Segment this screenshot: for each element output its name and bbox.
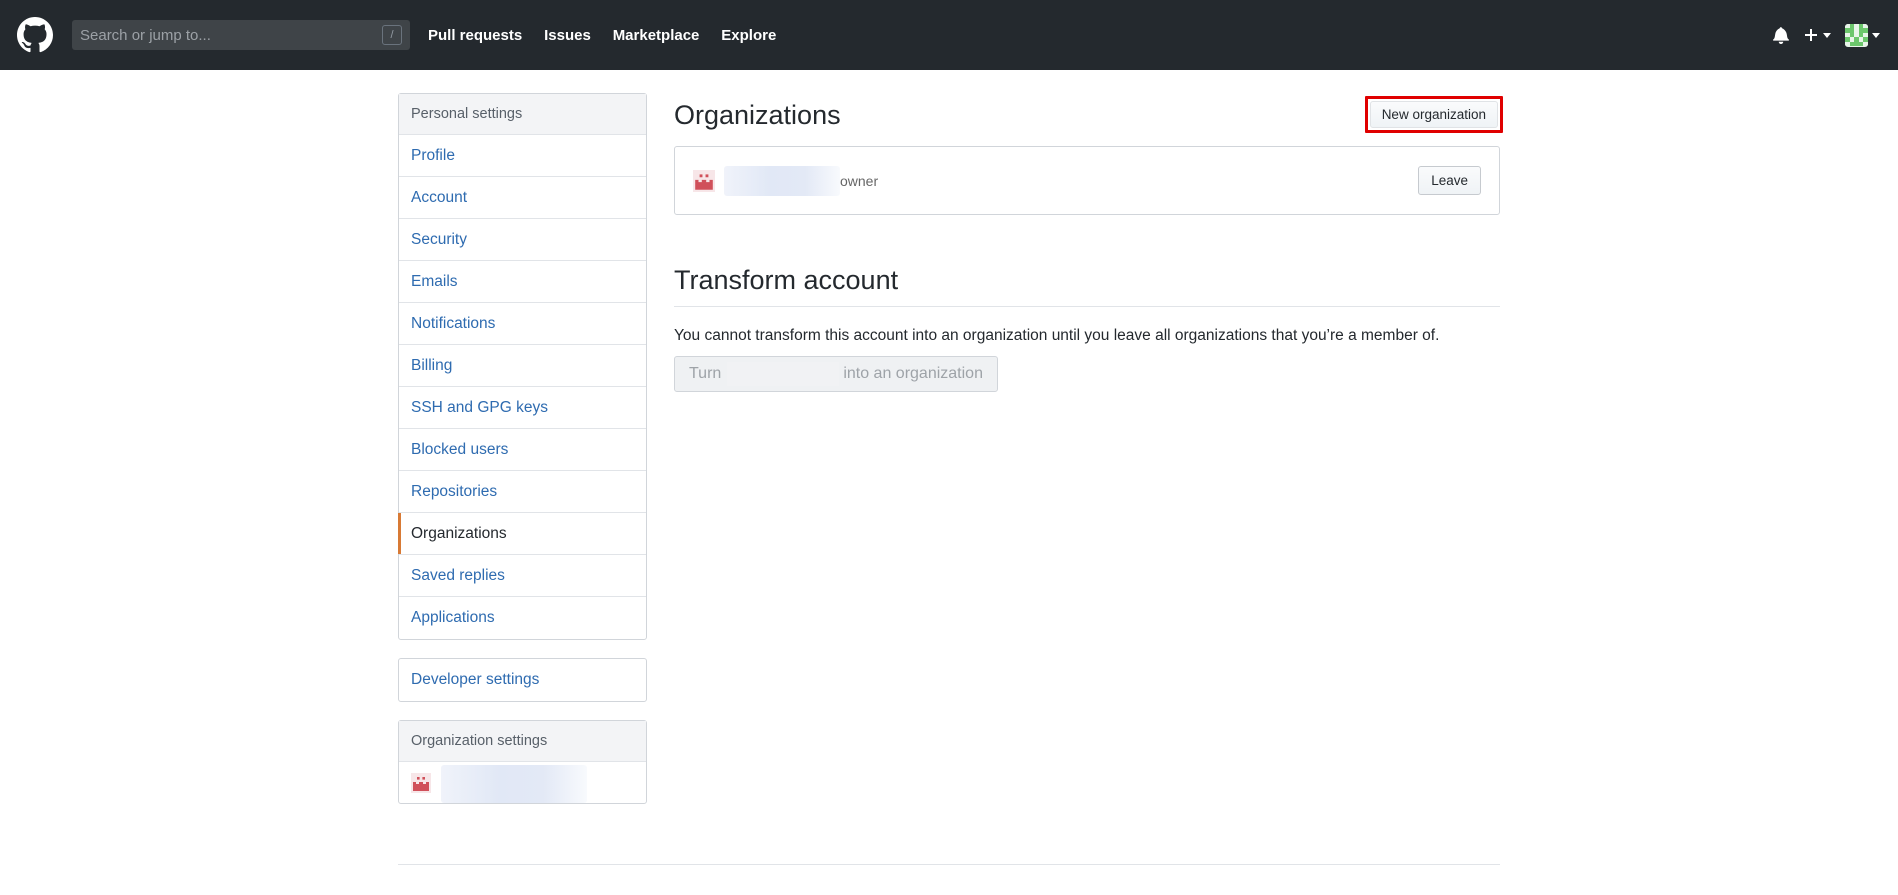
bell-icon[interactable] <box>1773 26 1789 44</box>
transform-account-title: Transform account <box>674 265 1500 307</box>
button-suffix: into an organization <box>843 365 983 382</box>
menu-heading: Personal settings <box>399 94 646 135</box>
sidebar-item-notifications[interactable]: Notifications <box>399 303 646 345</box>
organizations-header: Organizations New organization <box>674 93 1503 137</box>
sidebar-item-developer-settings[interactable]: Developer settings <box>399 659 646 701</box>
sidebar-item-security[interactable]: Security <box>399 219 646 261</box>
turn-into-organization-button[interactable]: Turn into an organization <box>674 356 998 392</box>
avatar-icon <box>1845 23 1868 47</box>
sidebar-item-organizations[interactable]: Organizations <box>398 513 646 555</box>
main-content: Organizations New organization owner Lea… <box>674 93 1503 392</box>
redacted-org-name <box>441 764 587 803</box>
search-input[interactable] <box>80 26 402 44</box>
sidebar-item-emails[interactable]: Emails <box>399 261 646 303</box>
settings-sidebar: Personal settings Profile Account Securi… <box>398 93 647 822</box>
chevron-down-icon <box>1823 32 1831 38</box>
transform-description: You cannot transform this account into a… <box>674 327 1440 344</box>
org-list-item: owner Leave <box>674 146 1500 215</box>
org-avatar-icon <box>411 772 431 793</box>
github-octocat-icon[interactable] <box>16 16 54 54</box>
search-box[interactable]: / <box>72 20 410 50</box>
org-role: owner <box>840 172 879 189</box>
developer-settings-menu: Developer settings <box>398 658 647 702</box>
redacted-org-name-link[interactable] <box>724 165 840 196</box>
top-header: / Pull requests Issues Marketplace Explo… <box>0 0 1898 70</box>
sidebar-item-applications[interactable]: Applications <box>399 597 646 639</box>
plus-icon <box>1805 29 1817 41</box>
sidebar-item-billing[interactable]: Billing <box>399 345 646 387</box>
sidebar-item-account[interactable]: Account <box>399 177 646 219</box>
organization-settings-menu: Organization settings <box>398 720 647 804</box>
chevron-down-icon <box>1872 32 1880 38</box>
leave-button[interactable]: Leave <box>1418 166 1481 195</box>
nav-marketplace[interactable]: Marketplace <box>613 27 700 44</box>
new-organization-button[interactable]: New organization <box>1369 100 1498 128</box>
button-prefix: Turn <box>689 365 722 382</box>
nav-issues[interactable]: Issues <box>544 27 591 44</box>
header-actions <box>1773 0 1880 70</box>
redacted-username <box>727 362 840 386</box>
create-new-dropdown[interactable] <box>1803 27 1831 43</box>
global-nav: Pull requests Issues Marketplace Explore <box>428 27 794 44</box>
sidebar-item-ssh-gpg-keys[interactable]: SSH and GPG keys <box>399 387 646 429</box>
sidebar-item-saved-replies[interactable]: Saved replies <box>399 555 646 597</box>
sidebar-item-profile[interactable]: Profile <box>399 135 646 177</box>
sidebar-org-item[interactable] <box>399 762 646 803</box>
menu-heading: Organization settings <box>399 721 646 762</box>
user-menu-dropdown[interactable] <box>1845 23 1880 47</box>
nav-explore[interactable]: Explore <box>721 27 776 44</box>
highlight-box: New organization <box>1364 95 1503 133</box>
sidebar-item-blocked-users[interactable]: Blocked users <box>399 429 646 471</box>
slash-shortcut-hint: / <box>382 25 402 45</box>
sidebar-item-repositories[interactable]: Repositories <box>399 471 646 513</box>
org-avatar-icon <box>693 169 715 192</box>
nav-pull-requests[interactable]: Pull requests <box>428 27 522 44</box>
footer-divider <box>398 864 1500 865</box>
page-title: Organizations <box>674 99 841 130</box>
personal-settings-menu: Personal settings Profile Account Securi… <box>398 93 647 640</box>
